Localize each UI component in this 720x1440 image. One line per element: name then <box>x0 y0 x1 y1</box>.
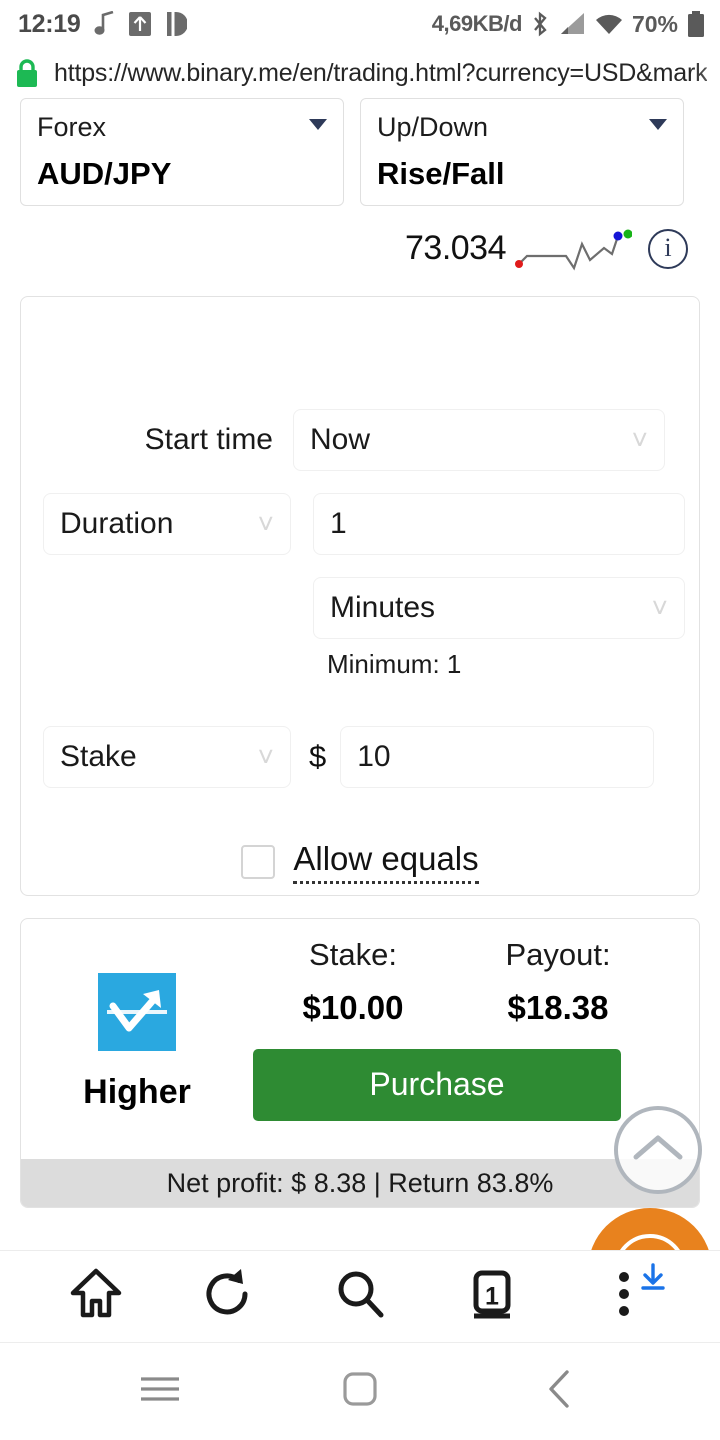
help-button[interactable]: ? <box>588 1208 712 1250</box>
stake-row: Stake ˅ $ 10 <box>21 725 699 788</box>
trade-parameters-card: Start time Now ˅ Duration ˅ 1 Minutes ˅ … <box>20 295 700 896</box>
browser-tabs-button[interactable]: 1 <box>456 1261 528 1333</box>
tab-count-label: 1 <box>485 1282 499 1310</box>
bluetooth-icon <box>530 11 550 37</box>
payout-amount-display: $18.38 <box>507 988 609 1026</box>
stake-label: Stake <box>60 739 137 773</box>
browser-home-button[interactable] <box>60 1261 132 1333</box>
start-time-value: Now <box>310 422 371 456</box>
currency-symbol: $ <box>309 738 327 774</box>
market-category-label: Forex <box>37 112 107 142</box>
duration-amount-input[interactable]: 1 <box>313 492 685 555</box>
status-clock: 12:19 <box>18 9 81 38</box>
reload-icon <box>201 1267 255 1326</box>
chevron-down-icon: ˅ <box>257 740 274 772</box>
direction-label: Higher <box>83 1073 191 1112</box>
upload-box-icon <box>128 11 152 37</box>
browser-toolbar: 1 <box>0 1250 720 1342</box>
stake-amount-input[interactable]: 10 <box>340 725 655 788</box>
stake-heading: Stake: <box>309 936 397 972</box>
browser-url-bar[interactable]: https://www.binary.me/en/trading.html?cu… <box>0 48 720 98</box>
duration-label: Duration <box>60 506 174 540</box>
chevron-down-icon: ˅ <box>257 507 274 539</box>
wifi-icon <box>594 11 624 37</box>
pushbullet-icon <box>165 11 188 37</box>
duration-minimum-hint: Minimum: 1 <box>327 648 462 679</box>
android-home-button[interactable] <box>325 1357 395 1427</box>
menu-icon <box>138 1372 182 1411</box>
duration-unit-value: Minutes <box>330 590 436 624</box>
secure-lock-icon <box>14 58 40 88</box>
duration-type-select[interactable]: Duration ˅ <box>43 492 291 555</box>
contract-type-selector[interactable]: Up/Down Rise/Fall <box>360 98 684 206</box>
browser-search-button[interactable] <box>324 1261 396 1333</box>
home-square-icon <box>340 1369 380 1414</box>
purchase-button[interactable]: Purchase <box>253 1048 621 1121</box>
data-rate-label: 4,69KB/d <box>431 11 523 36</box>
scroll-to-top-button[interactable] <box>614 1106 702 1194</box>
allow-equals-row[interactable]: Allow equals <box>21 840 699 884</box>
battery-percent-label: 70% <box>631 10 678 37</box>
url-text: https://www.binary.me/en/trading.html?cu… <box>54 58 708 87</box>
chevron-down-icon[interactable] <box>649 119 667 130</box>
direction-block: Higher <box>21 937 253 1159</box>
status-bar-left: 12:19 <box>18 9 188 39</box>
search-icon <box>333 1267 387 1326</box>
chevron-down-icon: ˅ <box>631 423 648 455</box>
battery-icon <box>686 10 706 38</box>
chevron-up-icon <box>632 1131 684 1170</box>
cellular-signal-icon <box>558 11 586 37</box>
android-back-button[interactable] <box>525 1357 595 1427</box>
purchase-card: Higher Stake: Payout: $10.00 $18.38 Purc… <box>20 917 700 1208</box>
home-icon <box>69 1267 123 1326</box>
chevron-down-icon[interactable] <box>309 119 327 130</box>
more-vertical-icon <box>615 1267 633 1326</box>
music-note-icon <box>93 11 115 37</box>
start-time-select[interactable]: Now ˅ <box>293 408 665 471</box>
help-question-icon: ? <box>614 1234 686 1250</box>
info-icon[interactable]: i <box>648 228 688 269</box>
duration-amount-value: 1 <box>330 506 347 540</box>
stake-amount-display: $10.00 <box>302 988 404 1026</box>
status-bar-right: 4,69KB/d 70% <box>432 10 706 38</box>
back-chevron-icon <box>545 1368 575 1415</box>
start-time-row: Start time Now ˅ <box>21 408 699 471</box>
duration-unit-row: Minutes ˅ <box>21 576 699 639</box>
web-page-content: Forex AUD/JPY Up/Down Rise/Fall 73.034 i… <box>0 98 720 1250</box>
net-profit-bar: Net profit: $ 8.38 | Return 83.8% <box>21 1158 699 1207</box>
duration-unit-select[interactable]: Minutes ˅ <box>313 576 685 639</box>
android-nav-bar <box>0 1342 720 1440</box>
market-selectors: Forex AUD/JPY Up/Down Rise/Fall <box>0 98 720 206</box>
duration-row: Duration ˅ 1 <box>21 492 699 555</box>
browser-menu-button[interactable] <box>588 1261 665 1333</box>
allow-equals-label[interactable]: Allow equals <box>293 840 479 884</box>
stake-type-select[interactable]: Stake ˅ <box>43 725 291 788</box>
android-menu-button[interactable] <box>125 1357 195 1427</box>
allow-equals-checkbox[interactable] <box>241 844 276 879</box>
stake-amount-value: 10 <box>357 739 391 773</box>
payout-heading: Payout: <box>505 936 611 972</box>
download-icon[interactable] <box>638 1262 668 1298</box>
contract-type-value: Rise/Fall <box>377 155 505 191</box>
status-bar: 12:19 4,69KB/d 70% <box>0 0 720 48</box>
rise-arrow-icon <box>98 973 176 1052</box>
sparkline-icon <box>514 226 632 272</box>
market-selector[interactable]: Forex AUD/JPY <box>20 98 344 206</box>
purchase-values: $10.00 $18.38 <box>253 973 699 1027</box>
purchase-card-body: Higher Stake: Payout: $10.00 $18.38 Purc… <box>21 919 699 1159</box>
chevron-down-icon: ˅ <box>651 591 668 623</box>
spot-price-value: 73.034 <box>405 229 507 268</box>
purchase-headings: Stake: Payout: <box>253 937 699 973</box>
market-symbol-value: AUD/JPY <box>37 155 172 191</box>
spot-price-row: 73.034 i <box>0 206 720 278</box>
start-time-label: Start time <box>144 422 273 456</box>
contract-category-label: Up/Down <box>377 112 489 142</box>
browser-reload-button[interactable] <box>192 1261 264 1333</box>
